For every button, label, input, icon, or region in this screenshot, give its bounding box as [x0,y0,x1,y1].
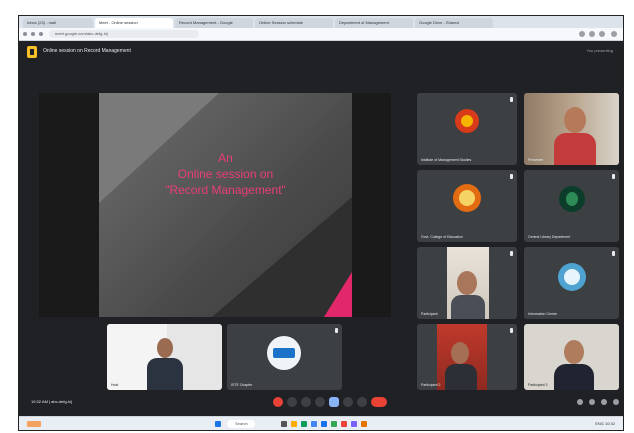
mic-icon [510,251,513,256]
participant-name: Participant 3 [528,383,548,387]
meeting-time: 10:32 AM | abc-defg-hij [31,399,73,404]
participant-name: Participant 2 [421,383,441,387]
meet-logo-icon [27,46,37,58]
participant-tile[interactable]: Govt. College of Education [417,170,517,242]
person-body [554,364,594,390]
person-face [564,107,586,133]
raise-hand-button[interactable] [315,397,325,407]
mic-icon [510,174,513,179]
chat-icon[interactable] [601,399,607,405]
meet-header: Online session on Record Management You … [19,41,623,63]
mic-icon [612,174,615,179]
extension-icon[interactable] [589,31,595,37]
browser-tabbar: Inbox (23) - mail Meet - Online session … [19,16,623,28]
edge-icon[interactable] [321,421,327,427]
app-icon[interactable] [341,421,347,427]
person-face [457,271,477,295]
camera-button[interactable] [287,397,297,407]
participant-name: Host [111,383,119,387]
meeting-title: Online session on Record Management [43,48,131,54]
participant-name: ISTE Chapter [231,383,253,387]
person-body [445,364,477,390]
profile-icon[interactable] [599,31,605,37]
people-icon[interactable] [589,399,595,405]
address-bar[interactable]: meet.google.com/abc-defg-hij [49,30,199,38]
participant-tile[interactable]: Information Centre [524,247,619,319]
mic-off-button[interactable] [273,397,283,407]
app-icon[interactable] [301,421,307,427]
reload-icon[interactable] [39,32,43,36]
activities-icon[interactable] [613,399,619,405]
logo-center [461,115,473,127]
app-icon[interactable] [361,421,367,427]
back-icon[interactable] [23,32,27,36]
browser-tab-active[interactable]: Meet - Online session [95,18,173,28]
person-body [147,358,183,390]
participant-tile[interactable]: Institute of Management Studies [417,93,517,165]
slide-accent-triangle [324,272,352,317]
meet-window: Online session on Record Management You … [19,41,623,416]
forward-icon[interactable] [31,32,35,36]
info-icon[interactable] [577,399,583,405]
slide-line-3: "Record Management" [165,183,286,197]
presentation-slide: An Online session on "Record Management" [99,93,352,317]
logo-center [564,269,580,285]
taskbar-search[interactable]: Search [227,420,255,428]
browser-toolbar: meet.google.com/abc-defg-hij [19,28,623,41]
system-tray[interactable]: ENG 10:32 [595,421,615,426]
participant-name: Information Centre [528,312,557,316]
participant-tile[interactable]: Participant 2 [417,324,517,390]
meeting-controls: 10:32 AM | abc-defg-hij [19,391,623,416]
extension-icon[interactable] [579,31,585,37]
participant-name: Govt. College of Education [421,235,463,239]
taskbar: Search ENG 10:32 [19,416,623,430]
participant-tile[interactable]: Presenter [524,93,619,165]
person-face [157,338,173,358]
app-icon[interactable] [351,421,357,427]
reactions-button[interactable] [357,397,367,407]
participant-tile[interactable]: ISTE Chapter [227,324,342,390]
participant-name: Central Library Department [528,235,571,239]
participant-tile[interactable]: Participant 3 [524,324,619,390]
browser-tab[interactable]: Google Drive - Shared [415,18,493,28]
mic-icon [510,328,513,333]
participant-name: Participant [421,312,438,316]
slide-line-2: Online session on [177,167,274,181]
presenting-label: You presenting [586,48,613,53]
mic-icon [335,328,338,333]
mic-icon [612,251,615,256]
browser-tab[interactable]: Department of Management [335,18,413,28]
person-body [451,295,485,319]
participant-name: Presenter [528,158,544,162]
menu-icon[interactable] [611,31,617,37]
explorer-icon[interactable] [291,421,297,427]
person-face [564,340,584,364]
weather-icon[interactable] [27,421,41,427]
logo-center [459,190,475,206]
logo-center [566,192,578,206]
present-button[interactable] [329,397,339,407]
participant-tile[interactable]: Host [107,324,222,390]
browser-tab[interactable]: Online Session schedule [255,18,333,28]
browser-tab[interactable]: Inbox (23) - mail [23,18,93,28]
person-body [554,133,596,165]
person-face [451,342,469,364]
start-icon[interactable] [215,421,221,427]
logo-center [273,348,295,358]
participant-tile[interactable]: Participant [417,247,517,319]
more-options-button[interactable] [343,397,353,407]
chrome-icon[interactable] [311,421,317,427]
app-icon[interactable] [331,421,337,427]
mic-icon [510,97,513,102]
end-call-button[interactable] [371,397,387,407]
slide-line-1: An [218,151,233,165]
participant-tile[interactable]: Central Library Department [524,170,619,242]
screenshot-frame: Inbox (23) - mail Meet - Online session … [18,15,624,431]
taskview-icon[interactable] [281,421,287,427]
captions-button[interactable] [301,397,311,407]
browser-tab[interactable]: Record Management - Google [175,18,253,28]
participant-name: Institute of Management Studies [421,158,472,162]
